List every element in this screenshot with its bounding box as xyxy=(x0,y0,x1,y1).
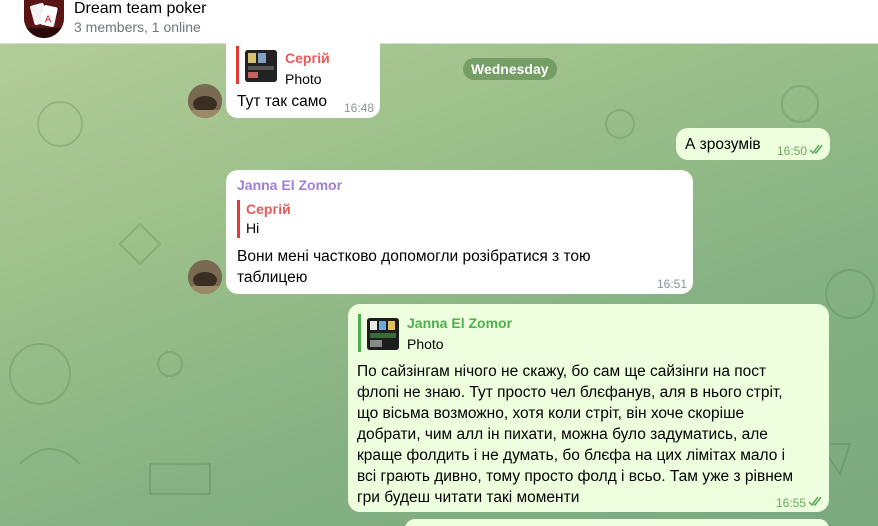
sender-avatar[interactable] xyxy=(188,260,222,294)
message-line: всі грають дивно, тому просто фолд і всь… xyxy=(357,468,794,485)
message-bubble[interactable]: Janna El Zomor Photo По сайзінгам нічого… xyxy=(348,304,829,512)
double-check-icon xyxy=(809,144,823,155)
group-avatar[interactable]: A xyxy=(24,0,64,38)
reply-quote[interactable]: Сергій Hi xyxy=(237,200,291,238)
reply-author: Janna El Zomor xyxy=(407,315,513,331)
reply-quote[interactable]: Сергій Photo xyxy=(236,46,330,87)
message-line: Вони мені частково допомогли розібратися… xyxy=(237,248,591,265)
double-check-icon xyxy=(808,496,822,507)
reply-photo-thumbnail xyxy=(245,50,277,82)
message-line: таблицею xyxy=(237,269,308,286)
sender-name[interactable]: Janna El Zomor xyxy=(237,176,342,194)
user-avatar-icon xyxy=(188,260,222,294)
reply-author: Сергій xyxy=(285,50,330,66)
chat-header[interactable]: A Dream team poker 3 members, 1 online xyxy=(0,0,878,44)
reply-text: Hi xyxy=(246,220,260,236)
message-line: флопі не знаю. Тут просто чел блєфанув, … xyxy=(357,384,783,401)
message-text: Вони мені частково допомогли розібратися… xyxy=(237,246,677,288)
chat-title: Dream team poker xyxy=(74,0,207,17)
sender-avatar[interactable] xyxy=(188,84,222,118)
reply-text: Photo xyxy=(285,71,322,87)
message-bubble[interactable]: А зрозумів 16:50 xyxy=(676,128,830,160)
message-time: 16:50 xyxy=(777,144,808,158)
message-bubble[interactable]: Janna El Zomor Сергій Hi Вони мені частк… xyxy=(226,170,693,294)
chat-subtitle: 3 members, 1 online xyxy=(74,19,201,35)
poker-cards-icon: A xyxy=(24,0,64,38)
message-line: По сайзінгам нічого не скажу, бо сам ще … xyxy=(357,363,767,380)
message-line: добрати, чим алл ін пихати, можна було з… xyxy=(357,426,768,443)
message-time: 16:55 xyxy=(776,496,807,510)
message-text: По сайзінгам нічого не скажу, бо сам ще … xyxy=(357,361,827,508)
reply-quote[interactable]: Janna El Zomor Photo xyxy=(358,314,658,352)
date-separator: Wednesday xyxy=(463,58,557,80)
reply-photo-thumbnail xyxy=(367,318,399,350)
message-line: краще фолдить і не думать, бо блєфа на ц… xyxy=(357,447,786,464)
message-line: що вісьма возможно, хотя коли стріт, він… xyxy=(357,405,745,422)
reply-text: Photo xyxy=(407,336,444,352)
message-text: А зрозумів xyxy=(685,136,761,153)
message-time: 16:48 xyxy=(344,101,375,115)
user-avatar-icon xyxy=(188,84,222,118)
message-bubble-partial[interactable] xyxy=(405,519,829,526)
message-line: гри будеш читати такі моменти xyxy=(357,489,580,506)
svg-text:A: A xyxy=(45,15,52,25)
message-text: Тут так само xyxy=(237,93,328,110)
reply-author: Сергій xyxy=(246,201,291,217)
message-bubble[interactable]: Сергій Photo Тут так само 16:48 xyxy=(226,40,380,118)
message-time: 16:51 xyxy=(657,277,688,291)
